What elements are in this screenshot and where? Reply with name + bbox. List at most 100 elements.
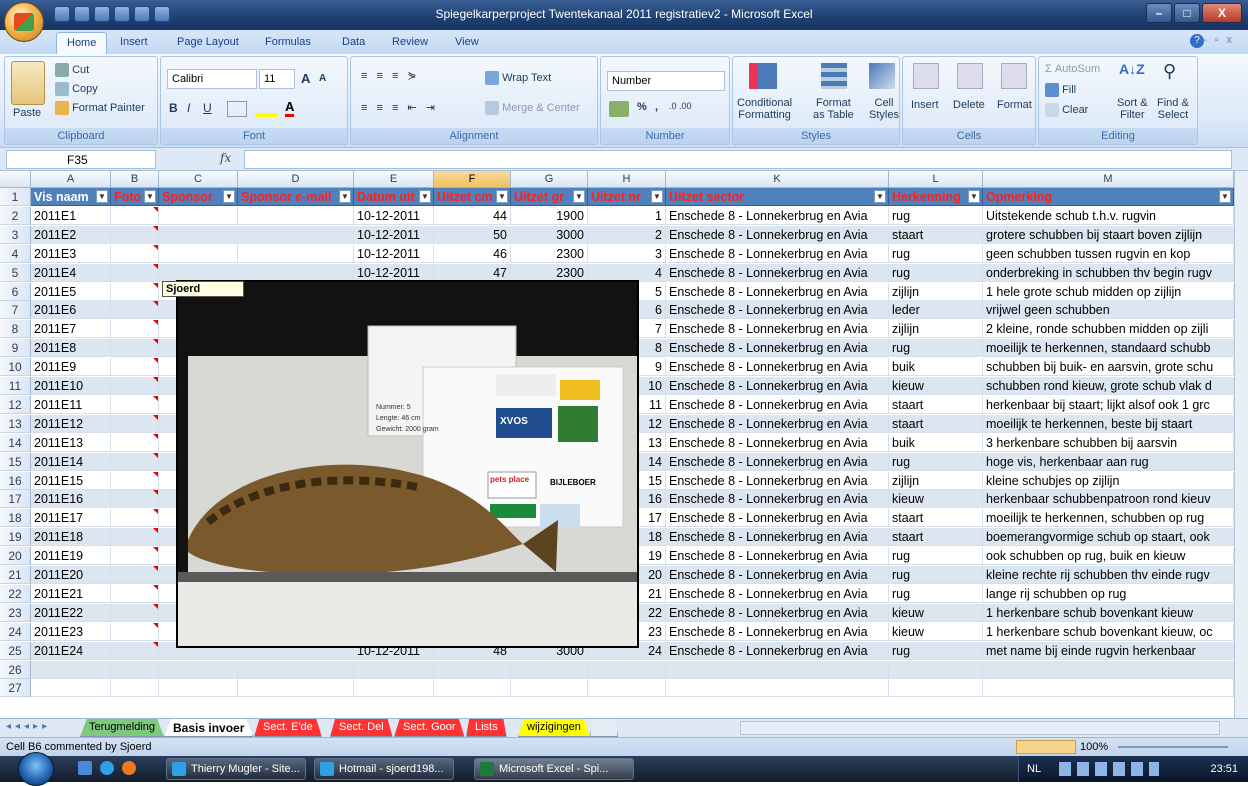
table-cell[interactable] xyxy=(159,263,238,282)
table-cell[interactable]: 2 xyxy=(588,225,666,244)
table-cell[interactable]: staart xyxy=(889,528,983,547)
filter-dropdown-icon[interactable]: ▼ xyxy=(223,190,235,203)
copy-button[interactable]: Copy xyxy=(55,82,98,96)
paste-button[interactable]: Paste xyxy=(13,107,41,119)
table-cell[interactable]: 10-12-2011 xyxy=(354,206,434,225)
row-header[interactable]: 10 xyxy=(0,358,31,377)
table-cell[interactable]: Enschede 8 - Lonnekerbrug en Avia xyxy=(666,622,889,641)
zoom-slider[interactable] xyxy=(1118,746,1228,748)
table-cell[interactable]: rug xyxy=(889,206,983,225)
table-cell[interactable]: Enschede 8 - Lonnekerbrug en Avia xyxy=(666,528,889,547)
conditional-formatting-button[interactable]: Conditional Formatting xyxy=(737,97,792,121)
filter-dropdown-icon[interactable]: ▼ xyxy=(96,190,108,203)
column-header-g[interactable]: G xyxy=(511,171,588,188)
clock[interactable]: 23:51 xyxy=(1210,756,1238,782)
table-cell[interactable]: 2011E6 xyxy=(31,301,111,320)
table-cell[interactable] xyxy=(111,263,159,282)
row-header[interactable]: 9 xyxy=(0,339,31,358)
table-cell[interactable]: 2011E13 xyxy=(31,433,111,452)
table-cell[interactable]: kieuw xyxy=(889,603,983,622)
table-cell[interactable]: 2011E20 xyxy=(31,566,111,584)
table-cell[interactable] xyxy=(111,282,159,301)
table-cell[interactable]: Enschede 8 - Lonnekerbrug en Avia xyxy=(666,244,889,263)
table-cell[interactable]: 2011E11 xyxy=(31,395,111,414)
filter-dropdown-icon[interactable]: ▼ xyxy=(1219,190,1231,203)
grow-font-button[interactable]: A xyxy=(301,71,310,86)
table-cell[interactable]: herkenbaar bij staart; lijkt alsof ook 1… xyxy=(983,395,1234,414)
table-cell[interactable]: 10-12-2011 xyxy=(354,225,434,244)
table-cell[interactable]: Enschede 8 - Lonnekerbrug en Avia xyxy=(666,452,889,471)
table-cell[interactable]: rug xyxy=(889,339,983,358)
filter-dropdown-icon[interactable]: ▼ xyxy=(339,190,351,203)
table-cell[interactable]: moeilijk te herkennen, beste bij staart xyxy=(983,414,1234,433)
header-cell[interactable]: Uitzet sector xyxy=(666,188,889,206)
percent-button[interactable]: % xyxy=(637,101,647,113)
cell-styles-button[interactable]: Cell Styles xyxy=(869,97,899,121)
table-cell[interactable]: 1 xyxy=(588,206,666,225)
table-cell[interactable] xyxy=(111,471,159,490)
table-cell[interactable] xyxy=(111,358,159,377)
table-cell[interactable] xyxy=(588,679,666,698)
tab-view[interactable]: View xyxy=(455,36,479,48)
tab-insert[interactable]: Insert xyxy=(120,36,148,48)
sheet-nav-arrows[interactable]: ◂◂◂▸▸ xyxy=(6,721,51,732)
table-cell[interactable] xyxy=(31,660,111,679)
taskbar-item-ie-2[interactable]: Hotmail - sjoerd198... xyxy=(314,758,454,780)
table-cell[interactable] xyxy=(111,244,159,263)
conditional-formatting-icon[interactable] xyxy=(749,63,777,89)
table-cell[interactable]: grotere schubben bij staart boven zijlij… xyxy=(983,225,1234,244)
table-cell[interactable]: Enschede 8 - Lonnekerbrug en Avia xyxy=(666,395,889,414)
table-cell[interactable]: 2011E23 xyxy=(31,622,111,641)
table-cell[interactable]: onderbreking in schubben thv begin rugv xyxy=(983,263,1234,282)
cell-styles-icon[interactable] xyxy=(869,63,895,89)
row-header[interactable]: 20 xyxy=(0,547,31,566)
column-header-d[interactable]: D xyxy=(238,171,354,188)
number-format-combo[interactable]: Number xyxy=(607,71,725,91)
format-cells-button[interactable]: Format xyxy=(997,99,1032,111)
column-header-e[interactable]: E xyxy=(354,171,434,188)
row-header[interactable]: 4 xyxy=(0,244,31,263)
table-cell[interactable] xyxy=(159,660,238,679)
format-cells-icon[interactable] xyxy=(1001,63,1027,89)
sheet-tab-sect-ede[interactable]: Sect. E'de xyxy=(254,719,322,737)
fish-photo[interactable]: Nummer: 5 Lengte: 46 cm Gewicht: 2000 gr… xyxy=(176,280,639,648)
filter-dropdown-icon[interactable]: ▼ xyxy=(573,190,585,203)
table-cell[interactable]: 1 hele grote schub midden op zijlijn xyxy=(983,282,1234,301)
table-cell[interactable]: zijlijn xyxy=(889,282,983,301)
row-header[interactable]: 19 xyxy=(0,528,31,547)
autosum-button[interactable]: Σ AutoSum xyxy=(1045,63,1100,75)
table-cell[interactable] xyxy=(111,452,159,471)
row-header[interactable]: 15 xyxy=(0,452,31,471)
view-buttons[interactable] xyxy=(1016,740,1076,754)
row-header[interactable]: 27 xyxy=(0,679,31,698)
table-cell[interactable]: moeilijk te herkennen, schubben op rug xyxy=(983,509,1234,528)
table-cell[interactable]: Enschede 8 - Lonnekerbrug en Avia xyxy=(666,471,889,490)
row-header[interactable]: 17 xyxy=(0,490,31,509)
minimize-button[interactable]: – xyxy=(1146,3,1172,23)
table-cell[interactable]: Enschede 8 - Lonnekerbrug en Avia xyxy=(666,339,889,358)
row-header[interactable]: 2 xyxy=(0,206,31,225)
row-header[interactable]: 1 xyxy=(0,188,31,206)
row-header[interactable]: 14 xyxy=(0,433,31,452)
table-cell[interactable] xyxy=(238,263,354,282)
table-cell[interactable]: buik xyxy=(889,433,983,452)
table-cell[interactable]: 2300 xyxy=(511,263,588,282)
table-cell[interactable]: kleine schubjes op zijlijn xyxy=(983,471,1234,490)
filter-dropdown-icon[interactable]: ▼ xyxy=(419,190,431,203)
table-cell[interactable] xyxy=(111,206,159,225)
column-header-m[interactable]: M xyxy=(983,171,1234,188)
table-cell[interactable]: kieuw xyxy=(889,377,983,395)
table-cell[interactable]: Enschede 8 - Lonnekerbrug en Avia xyxy=(666,301,889,320)
table-cell[interactable]: 2011E19 xyxy=(31,547,111,566)
row-header[interactable]: 21 xyxy=(0,566,31,584)
table-cell[interactable]: 2011E22 xyxy=(31,603,111,622)
table-cell[interactable]: 2011E15 xyxy=(31,471,111,490)
taskbar-item-ie-1[interactable]: Thierry Mugler - Site... xyxy=(166,758,306,780)
table-cell[interactable]: schubben bij buik- en aarsvin, grote sch… xyxy=(983,358,1234,377)
filter-dropdown-icon[interactable]: ▼ xyxy=(496,190,508,203)
table-cell[interactable]: buik xyxy=(889,358,983,377)
table-cell[interactable]: 10-12-2011 xyxy=(354,244,434,263)
table-cell[interactable] xyxy=(111,547,159,566)
table-cell[interactable]: Enschede 8 - Lonnekerbrug en Avia xyxy=(666,320,889,339)
table-cell[interactable]: Enschede 8 - Lonnekerbrug en Avia xyxy=(666,225,889,244)
